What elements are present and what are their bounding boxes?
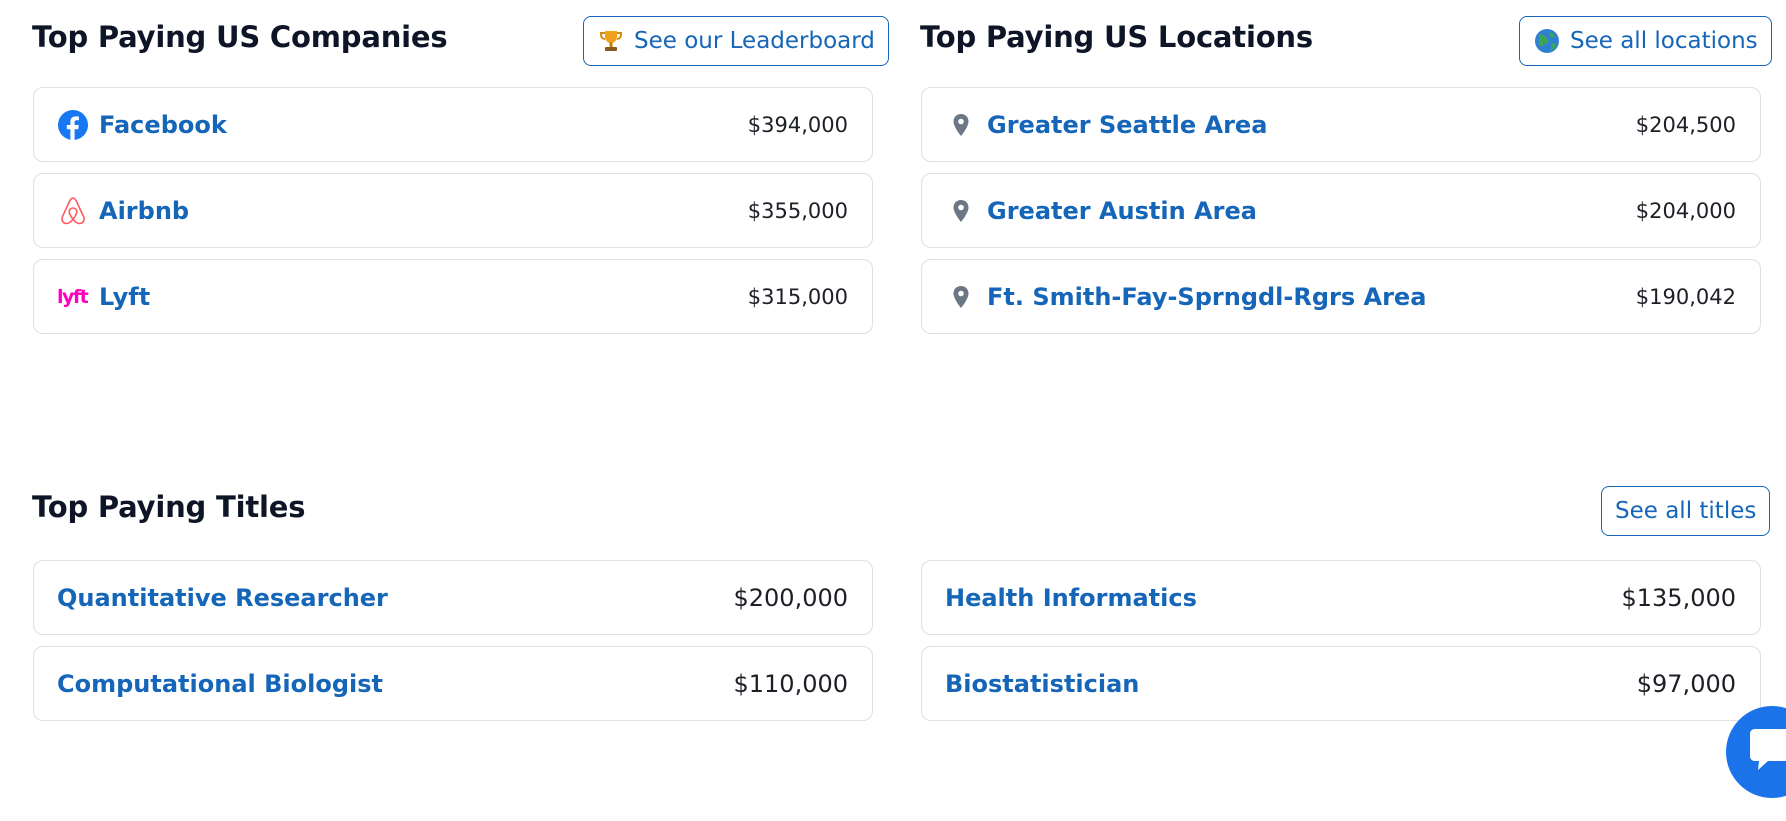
title-card-biostatistician[interactable]: Biostatistician $97,000 [921,646,1761,721]
company-name[interactable]: Facebook [99,111,227,139]
company-salary: $315,000 [747,284,848,309]
title-salary: $110,000 [733,669,848,698]
company-card-lyft[interactable]: lyft Lyft $315,000 [33,259,873,334]
see-all-titles-label: See all titles [1615,498,1757,524]
see-all-locations-button[interactable]: See all locations [1519,16,1772,66]
titles-heading: Top Paying Titles [32,490,306,524]
see-leaderboard-button[interactable]: See our Leaderboard [583,16,889,66]
globe-icon [1535,29,1559,53]
company-name[interactable]: Airbnb [99,197,189,225]
location-salary: $190,042 [1635,284,1736,309]
location-card-ft-smith[interactable]: Ft. Smith-Fay-Sprngdl-Rgrs Area $190,042 [921,259,1761,334]
company-salary: $394,000 [747,112,848,137]
title-card-health-informatics[interactable]: Health Informatics $135,000 [921,560,1761,635]
location-card-austin[interactable]: Greater Austin Area $204,000 [921,173,1761,248]
see-all-titles-button[interactable]: See all titles [1601,486,1771,536]
airbnb-logo-icon [57,195,89,227]
location-card-seattle[interactable]: Greater Seattle Area $204,500 [921,87,1761,162]
lyft-logo-icon: lyft [57,281,89,313]
title-card-computational-biologist[interactable]: Computational Biologist $110,000 [33,646,873,721]
title-salary: $200,000 [733,583,848,612]
map-pin-icon [945,281,977,313]
companies-heading: Top Paying US Companies [32,20,448,54]
facebook-logo-icon [57,109,89,141]
company-name[interactable]: Lyft [99,283,150,311]
title-name[interactable]: Quantitative Researcher [57,584,388,612]
locations-heading: Top Paying US Locations [920,20,1313,54]
company-card-facebook[interactable]: Facebook $394,000 [33,87,873,162]
svg-text:lyft: lyft [57,286,89,308]
trophy-icon [600,31,622,51]
see-leaderboard-label: See our Leaderboard [634,28,875,54]
location-salary: $204,500 [1635,112,1736,137]
company-salary: $355,000 [747,198,848,223]
title-salary: $135,000 [1621,583,1736,612]
title-name[interactable]: Health Informatics [945,584,1197,612]
chat-icon [1750,729,1786,770]
title-salary: $97,000 [1636,669,1736,698]
location-name[interactable]: Greater Austin Area [987,197,1257,225]
location-name[interactable]: Ft. Smith-Fay-Sprngdl-Rgrs Area [987,283,1426,311]
title-name[interactable]: Computational Biologist [57,670,383,698]
company-card-airbnb[interactable]: Airbnb $355,000 [33,173,873,248]
title-name[interactable]: Biostatistician [945,670,1139,698]
title-card-quantitative-researcher[interactable]: Quantitative Researcher $200,000 [33,560,873,635]
location-name[interactable]: Greater Seattle Area [987,111,1267,139]
map-pin-icon [945,109,977,141]
location-salary: $204,000 [1635,198,1736,223]
see-all-locations-label: See all locations [1570,28,1758,54]
map-pin-icon [945,195,977,227]
